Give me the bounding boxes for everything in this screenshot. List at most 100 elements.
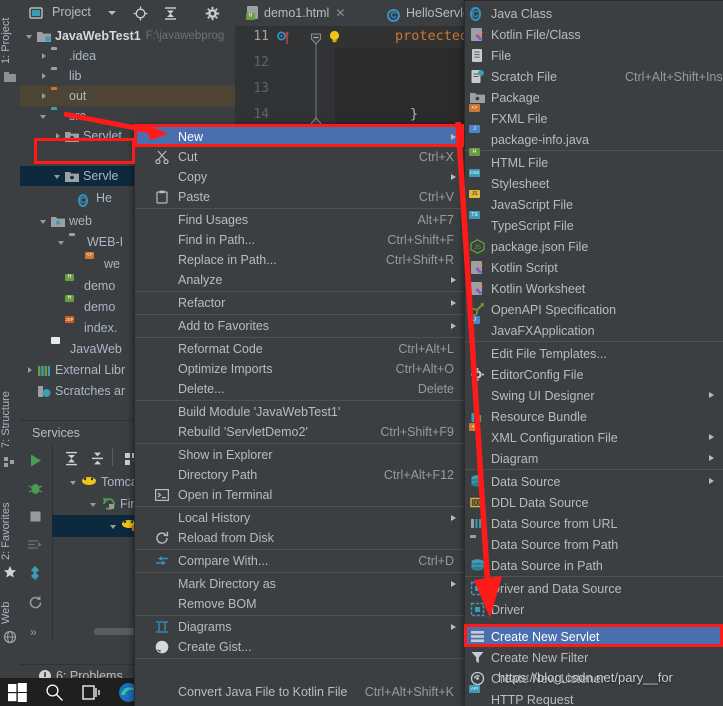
run-icon[interactable]: [28, 453, 43, 471]
submenu-item-fxml-file[interactable]: <> FXML File: [465, 104, 723, 129]
submenu-item-data-source-in-path[interactable]: Data Source in Path: [465, 555, 723, 576]
menu-item-replace-in-path[interactable]: Replace in Path... Ctrl+Shift+R: [135, 250, 465, 270]
menu-item-optimize-imports[interactable]: Optimize Imports Ctrl+Alt+O: [135, 359, 465, 379]
menu-item-reload-from-disk[interactable]: Reload from Disk: [135, 528, 465, 548]
submenu-item-edit-file-templates[interactable]: Edit File Templates...: [465, 343, 723, 364]
close-icon[interactable]: ✕: [335, 6, 345, 20]
submenu-item-ddl-data-source[interactable]: DDL DDL Data Source: [465, 492, 723, 513]
intention-bulb-icon[interactable]: [328, 30, 341, 47]
stop-icon[interactable]: [28, 509, 43, 527]
submenu-item-create-new-listener[interactable]: Create New Listener: [465, 668, 723, 689]
chevron-down-icon[interactable]: [108, 11, 116, 15]
tool-window-button-project[interactable]: 1: Project: [0, 2, 20, 64]
menu-item-analyze[interactable]: Analyze: [135, 270, 465, 290]
menu-item-open-in-terminal[interactable]: Open in Terminal: [135, 485, 465, 505]
menu-item-paste[interactable]: Paste Ctrl+V: [135, 187, 465, 207]
submenu-item-openapi-specification[interactable]: OpenAPI Specification: [465, 299, 723, 320]
rerun-failed-icon[interactable]: [27, 537, 43, 554]
submenu-item-scratch-file[interactable]: Scratch File Ctrl+Alt+Shift+Insert: [465, 66, 723, 87]
search-icon[interactable]: [45, 683, 64, 705]
menu-item-find-usages[interactable]: Find Usages Alt+F7: [135, 210, 465, 230]
menu-item-directory-path[interactable]: Directory Path Ctrl+Alt+F12: [135, 465, 465, 485]
chevron-right-icon[interactable]: [40, 92, 49, 101]
tool-window-button-structure[interactable]: 7: Structure: [0, 370, 20, 448]
tool-window-button-web[interactable]: Web: [0, 588, 20, 624]
submenu-item-swing-ui-designer[interactable]: Swing UI Designer: [465, 385, 723, 406]
refresh-icon[interactable]: [28, 595, 43, 613]
tree-row-javawebtest1[interactable]: JavaWebTest1 F:\javawebprog: [20, 26, 235, 46]
tree-row-out[interactable]: out: [20, 86, 235, 106]
chevron-down-icon[interactable]: [26, 32, 35, 41]
task-view-icon[interactable]: [82, 683, 101, 705]
menu-item-cut[interactable]: Cut Ctrl+X: [135, 147, 465, 167]
submenu-item-data-source-from-path[interactable]: Data Source from Path: [465, 534, 723, 555]
chevron-right-icon[interactable]: [26, 366, 35, 375]
menu-item-show-in-explorer[interactable]: Show in Explorer: [135, 445, 465, 465]
submenu-item-editorconfig-file[interactable]: EditorConfig File: [465, 364, 723, 385]
collapse-all-icon[interactable]: [163, 6, 177, 20]
chevron-right-icon[interactable]: [40, 72, 49, 81]
override-method-icon[interactable]: [277, 30, 290, 49]
submenu-item-typescript-file[interactable]: TS TypeScript File: [465, 211, 723, 236]
editor-tab-demo1[interactable]: H demo1.html ✕: [246, 0, 345, 26]
submenu-item-diagram[interactable]: Diagram: [465, 448, 723, 469]
submenu-item-kotlin-file-class[interactable]: Kotlin File/Class: [465, 24, 723, 45]
filter-icon[interactable]: [27, 565, 43, 584]
submenu-item-html-file[interactable]: H HTML File: [465, 148, 723, 173]
menu-item-build-module[interactable]: Build Module 'JavaWebTest1': [135, 402, 465, 422]
submenu-item-create-new-servlet[interactable]: Create New Servlet: [465, 626, 723, 647]
menu-item-find-in-path[interactable]: Find in Path... Ctrl+Shift+F: [135, 230, 465, 250]
menu-item-add-to-favorites[interactable]: Add to Favorites: [135, 316, 465, 336]
windows-start-icon[interactable]: [8, 683, 27, 705]
menu-item-reformat-code[interactable]: Reformat Code Ctrl+Alt+L: [135, 339, 465, 359]
chevron-down-icon[interactable]: [58, 238, 67, 247]
menu-item-local-history[interactable]: Local History: [135, 508, 465, 528]
submenu-item-file[interactable]: File: [465, 45, 723, 66]
chevron-right-icon[interactable]: [40, 52, 49, 61]
gear-icon[interactable]: [205, 6, 220, 21]
submenu-item-package[interactable]: Package: [465, 87, 723, 108]
menu-item-delete[interactable]: Delete... Delete: [135, 379, 465, 399]
menu-item-compare-with[interactable]: Compare With... Ctrl+D: [135, 551, 465, 571]
tree-row-src[interactable]: src: [20, 106, 235, 126]
locate-icon[interactable]: [133, 6, 148, 21]
tree-row-idea[interactable]: .idea: [20, 46, 235, 66]
menu-item-refactor[interactable]: Refactor: [135, 293, 465, 313]
menu-item-mark-directory-as[interactable]: Mark Directory as: [135, 574, 465, 594]
submenu-item-data-source[interactable]: Data Source: [465, 471, 723, 492]
menu-item-rebuild[interactable]: Rebuild 'ServletDemo2' Ctrl+Shift+F9: [135, 422, 465, 442]
submenu-item-resource-bundle[interactable]: Resource Bundle: [465, 406, 723, 427]
submenu-item-data-source-from-url[interactable]: Data Source from URL: [465, 513, 723, 534]
submenu-item-packagejson-file[interactable]: JS package.json File: [465, 236, 723, 257]
menu-item-copy[interactable]: Copy: [135, 167, 465, 187]
collapse-all-icon[interactable]: [90, 451, 105, 469]
submenu-item-xml-configuration-file[interactable]: <> XML Configuration File: [465, 423, 723, 448]
submenu-item-driver[interactable]: Driver: [465, 599, 723, 620]
chevron-right-icon[interactable]: [54, 132, 63, 141]
chevron-down-icon[interactable]: [40, 217, 49, 226]
chevron-down-icon[interactable]: [90, 500, 99, 509]
menu-item-diagrams[interactable]: Diagrams: [135, 617, 465, 637]
menu-item-remove-bom[interactable]: Remove BOM: [135, 594, 465, 614]
chevron-down-icon[interactable]: [110, 522, 119, 531]
menu-item-create-gist[interactable]: Create Gist...: [135, 637, 465, 657]
submenu-item-create-new-filter[interactable]: Create New Filter: [465, 647, 723, 668]
tree-row-lib[interactable]: lib: [20, 66, 235, 86]
submenu-item-kotlin-script[interactable]: Kotlin Script: [465, 257, 723, 278]
menu-item-convert-java-to-kotlin[interactable]: Convert Java File to Kotlin File Ctrl+Al…: [135, 682, 465, 702]
services-row-tomcat[interactable]: Tomcat: [70, 471, 141, 493]
chevron-down-icon[interactable]: [54, 172, 63, 181]
context-menu[interactable]: New Cut Ctrl+X Copy Paste Ctrl+V Find Us…: [134, 124, 466, 706]
submenu-item-driver-and-data-source[interactable]: Driver and Data Source: [465, 578, 723, 599]
new-submenu[interactable]: C Java Class Kotlin File/Class File Scra…: [464, 0, 723, 706]
menu-item-new[interactable]: New: [135, 127, 465, 147]
submenu-item-http-request[interactable]: API HTTP Request: [465, 685, 723, 706]
submenu-item-javascript-file[interactable]: JS JavaScript File: [465, 190, 723, 215]
submenu-item-package-info-java[interactable]: J package-info.java: [465, 125, 723, 150]
tool-window-button-favorites[interactable]: 2: Favorites: [0, 478, 20, 560]
debug-icon[interactable]: [28, 481, 43, 499]
chevron-down-icon[interactable]: [40, 112, 49, 121]
submenu-item-javafxapplication[interactable]: J JavaFXApplication: [465, 316, 723, 341]
expand-all-icon[interactable]: [64, 451, 79, 469]
chevron-down-icon[interactable]: [70, 478, 79, 487]
